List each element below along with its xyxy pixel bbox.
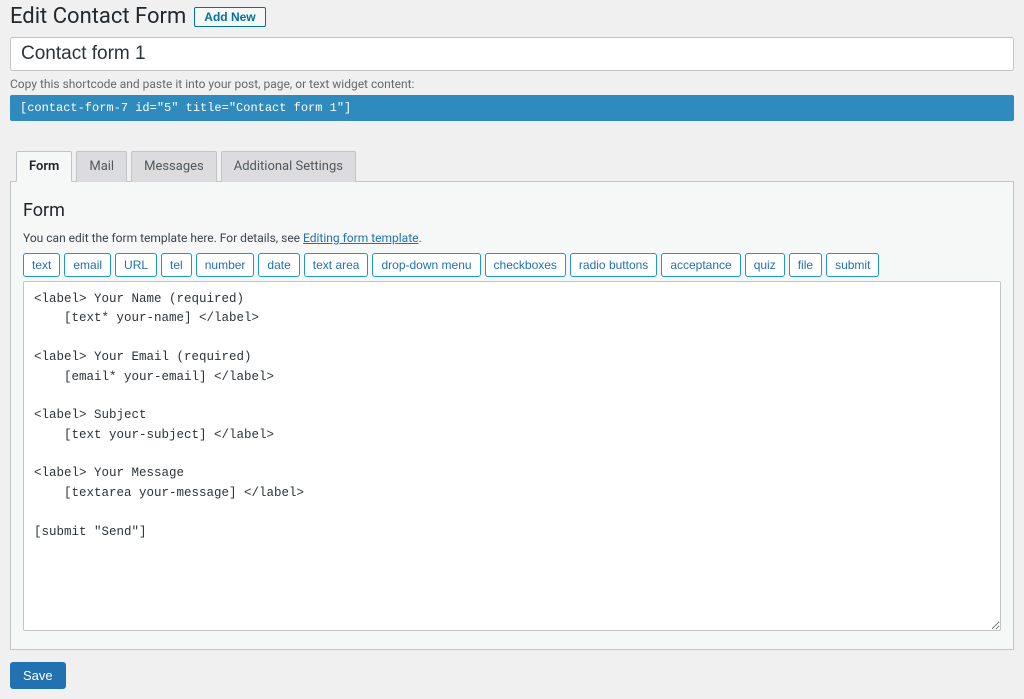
tab-mail[interactable]: Mail — [76, 151, 127, 182]
tab-form[interactable]: Form — [16, 151, 72, 182]
edit-hint-prefix: You can edit the form template here. For… — [23, 231, 303, 245]
tag-text-button[interactable]: text — [23, 253, 60, 277]
section-title: Form — [23, 200, 1001, 221]
tag-dropdown-button[interactable]: drop-down menu — [372, 253, 480, 277]
tab-bar: Form Mail Messages Additional Settings — [10, 150, 1014, 182]
form-title-input[interactable] — [10, 37, 1014, 71]
tag-acceptance-button[interactable]: acceptance — [661, 253, 740, 277]
add-new-button[interactable]: Add New — [194, 7, 265, 27]
tag-number-button[interactable]: number — [196, 253, 255, 277]
tag-quiz-button[interactable]: quiz — [745, 253, 785, 277]
tag-date-button[interactable]: date — [258, 253, 299, 277]
tag-textarea-button[interactable]: text area — [304, 253, 369, 277]
form-panel: Form You can edit the form template here… — [10, 181, 1014, 650]
form-template-textarea[interactable] — [23, 281, 1001, 631]
tab-additional-settings[interactable]: Additional Settings — [221, 151, 356, 182]
edit-hint-suffix: . — [418, 231, 421, 245]
edit-hint: You can edit the form template here. For… — [23, 231, 1001, 245]
tag-file-button[interactable]: file — [789, 253, 822, 277]
tab-messages[interactable]: Messages — [131, 151, 217, 182]
tag-tel-button[interactable]: tel — [161, 253, 192, 277]
tag-checkboxes-button[interactable]: checkboxes — [485, 253, 566, 277]
save-button[interactable]: Save — [10, 662, 66, 689]
tag-email-button[interactable]: email — [64, 253, 111, 277]
tag-generator-row: text email URL tel number date text area… — [23, 253, 1001, 277]
page-title: Edit Contact Form — [10, 4, 186, 29]
shortcode-hint: Copy this shortcode and paste it into yo… — [10, 77, 1014, 91]
tag-url-button[interactable]: URL — [115, 253, 157, 277]
shortcode-code[interactable]: [contact-form-7 id="5" title="Contact fo… — [10, 95, 1014, 121]
editing-template-link[interactable]: Editing form template — [303, 231, 418, 245]
tag-radio-button[interactable]: radio buttons — [570, 253, 657, 277]
tag-submit-button[interactable]: submit — [826, 253, 879, 277]
